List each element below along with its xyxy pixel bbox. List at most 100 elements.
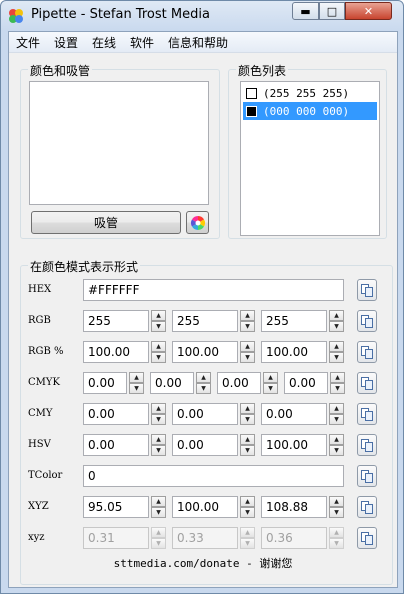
value-spinner[interactable]: ▲ ▼ — [329, 403, 344, 425]
spin-up-icon[interactable]: ▲ — [240, 434, 255, 445]
value-spinner[interactable]: ▲ ▼ — [329, 434, 344, 456]
pick-button[interactable]: 吸管 — [31, 211, 181, 234]
menu-online[interactable]: 在线 — [92, 34, 116, 51]
spin-up-icon[interactable]: ▲ — [329, 310, 344, 321]
menu-software[interactable]: 软件 — [130, 34, 154, 51]
menu-file[interactable]: 文件 — [16, 34, 40, 51]
format-value-input[interactable]: 0.00 — [172, 403, 238, 425]
spin-up-icon[interactable]: ▲ — [151, 403, 166, 414]
spin-down-icon[interactable]: ▼ — [151, 352, 166, 363]
spin-up-icon[interactable]: ▲ — [240, 403, 255, 414]
format-value-input[interactable]: 0.00 — [284, 372, 328, 394]
minimize-button[interactable]: ▬ — [292, 2, 319, 20]
value-spinner[interactable]: ▲ ▼ — [151, 403, 166, 425]
spin-up-icon[interactable]: ▲ — [263, 372, 278, 383]
format-value-input[interactable]: 0.00 — [83, 434, 149, 456]
format-value-input[interactable]: 255 — [261, 310, 327, 332]
value-spinner[interactable]: ▲ ▼ — [240, 341, 255, 363]
value-spinner[interactable]: ▲ ▼ — [240, 310, 255, 332]
menu-info-help[interactable]: 信息和帮助 — [168, 34, 228, 51]
format-value-input[interactable]: 95.05 — [83, 496, 149, 518]
value-spinner[interactable]: ▲ ▼ — [151, 310, 166, 332]
format-value-input[interactable]: 0 — [83, 465, 344, 487]
copy-button[interactable] — [357, 279, 377, 301]
format-value-input[interactable]: 100.00 — [83, 341, 149, 363]
spin-down-icon[interactable]: ▼ — [151, 445, 166, 456]
value-spinner[interactable]: ▲ ▼ — [196, 372, 211, 394]
format-value-input[interactable]: 0.00 — [150, 372, 194, 394]
value-spinner[interactable]: ▲ ▼ — [240, 434, 255, 456]
format-value-input[interactable]: 100.00 — [261, 434, 327, 456]
spin-down-icon[interactable]: ▼ — [329, 445, 344, 456]
value-spinner[interactable]: ▲ ▼ — [263, 372, 278, 394]
color-wheel-button[interactable] — [186, 211, 209, 234]
copy-button[interactable] — [357, 372, 377, 394]
spin-down-icon[interactable]: ▼ — [129, 383, 144, 394]
copy-button[interactable] — [357, 465, 377, 487]
spin-down-icon[interactable]: ▼ — [151, 414, 166, 425]
spin-up-icon[interactable]: ▲ — [240, 341, 255, 352]
spin-up-icon[interactable]: ▲ — [329, 496, 344, 507]
format-value-input[interactable]: 0.00 — [172, 434, 238, 456]
format-value-input[interactable]: 0.00 — [83, 372, 127, 394]
spin-down-icon[interactable]: ▼ — [240, 507, 255, 518]
value-spinner[interactable]: ▲ ▼ — [329, 341, 344, 363]
color-list-item[interactable]: (255 255 255) — [243, 84, 377, 102]
spin-down-icon[interactable]: ▼ — [240, 352, 255, 363]
format-value-input[interactable]: #FFFFFF — [83, 279, 344, 301]
value-spinner[interactable]: ▲ ▼ — [240, 403, 255, 425]
spin-up-icon[interactable]: ▲ — [240, 310, 255, 321]
spin-up-icon[interactable]: ▲ — [240, 496, 255, 507]
format-value-input[interactable]: 100.00 — [172, 496, 238, 518]
spin-down-icon[interactable]: ▼ — [240, 414, 255, 425]
copy-button[interactable] — [357, 403, 377, 425]
value-spinner[interactable]: ▲ ▼ — [151, 341, 166, 363]
format-value-input[interactable]: 100.00 — [261, 341, 327, 363]
format-value-input[interactable]: 0.00 — [217, 372, 261, 394]
spin-up-icon[interactable]: ▲ — [151, 341, 166, 352]
format-value-input[interactable]: 0.00 — [261, 403, 327, 425]
format-value-input[interactable]: 255 — [83, 310, 149, 332]
spin-down-icon[interactable]: ▼ — [240, 445, 255, 456]
spin-up-icon[interactable]: ▲ — [329, 341, 344, 352]
spin-down-icon[interactable]: ▼ — [151, 507, 166, 518]
value-spinner[interactable]: ▲ ▼ — [330, 372, 345, 394]
format-value-input[interactable]: 100.00 — [172, 341, 238, 363]
spin-up-icon[interactable]: ▲ — [329, 434, 344, 445]
format-value-input[interactable]: 0.00 — [83, 403, 149, 425]
spin-up-icon[interactable]: ▲ — [329, 403, 344, 414]
spin-down-icon[interactable]: ▼ — [329, 414, 344, 425]
value-spinner[interactable]: ▲ ▼ — [129, 372, 144, 394]
spin-up-icon[interactable]: ▲ — [151, 434, 166, 445]
color-list-item-selected[interactable]: (000 000 000) — [243, 102, 377, 120]
value-spinner[interactable]: ▲ ▼ — [151, 434, 166, 456]
copy-button[interactable] — [357, 496, 377, 518]
spin-down-icon[interactable]: ▼ — [263, 383, 278, 394]
copy-button[interactable] — [357, 341, 377, 363]
spin-down-icon[interactable]: ▼ — [329, 507, 344, 518]
value-spinner[interactable]: ▲ ▼ — [151, 496, 166, 518]
spin-down-icon[interactable]: ▼ — [151, 321, 166, 332]
title-bar[interactable]: Pipette - Stefan Trost Media ▬ □ ✕ — [1, 1, 403, 31]
copy-button[interactable] — [357, 434, 377, 456]
spin-down-icon[interactable]: ▼ — [329, 321, 344, 332]
value-spinner[interactable]: ▲ ▼ — [329, 310, 344, 332]
spin-up-icon[interactable]: ▲ — [330, 372, 345, 383]
menu-settings[interactable]: 设置 — [54, 34, 78, 51]
color-list[interactable]: (255 255 255) (000 000 000) — [240, 81, 380, 236]
spin-down-icon[interactable]: ▼ — [330, 383, 345, 394]
copy-button[interactable] — [357, 310, 377, 332]
value-spinner[interactable]: ▲ ▼ — [240, 496, 255, 518]
spin-up-icon[interactable]: ▲ — [129, 372, 144, 383]
spin-down-icon[interactable]: ▼ — [196, 383, 211, 394]
maximize-button[interactable]: □ — [319, 2, 345, 20]
donate-link[interactable]: sttmedia.com/donate - 谢谢您 — [9, 555, 397, 571]
spin-down-icon[interactable]: ▼ — [329, 352, 344, 363]
spin-down-icon[interactable]: ▼ — [240, 321, 255, 332]
close-button[interactable]: ✕ — [345, 2, 392, 20]
value-spinner[interactable]: ▲ ▼ — [329, 496, 344, 518]
copy-button[interactable] — [357, 527, 377, 549]
spin-up-icon[interactable]: ▲ — [151, 496, 166, 507]
format-value-input[interactable]: 108.88 — [261, 496, 327, 518]
format-value-input[interactable]: 255 — [172, 310, 238, 332]
